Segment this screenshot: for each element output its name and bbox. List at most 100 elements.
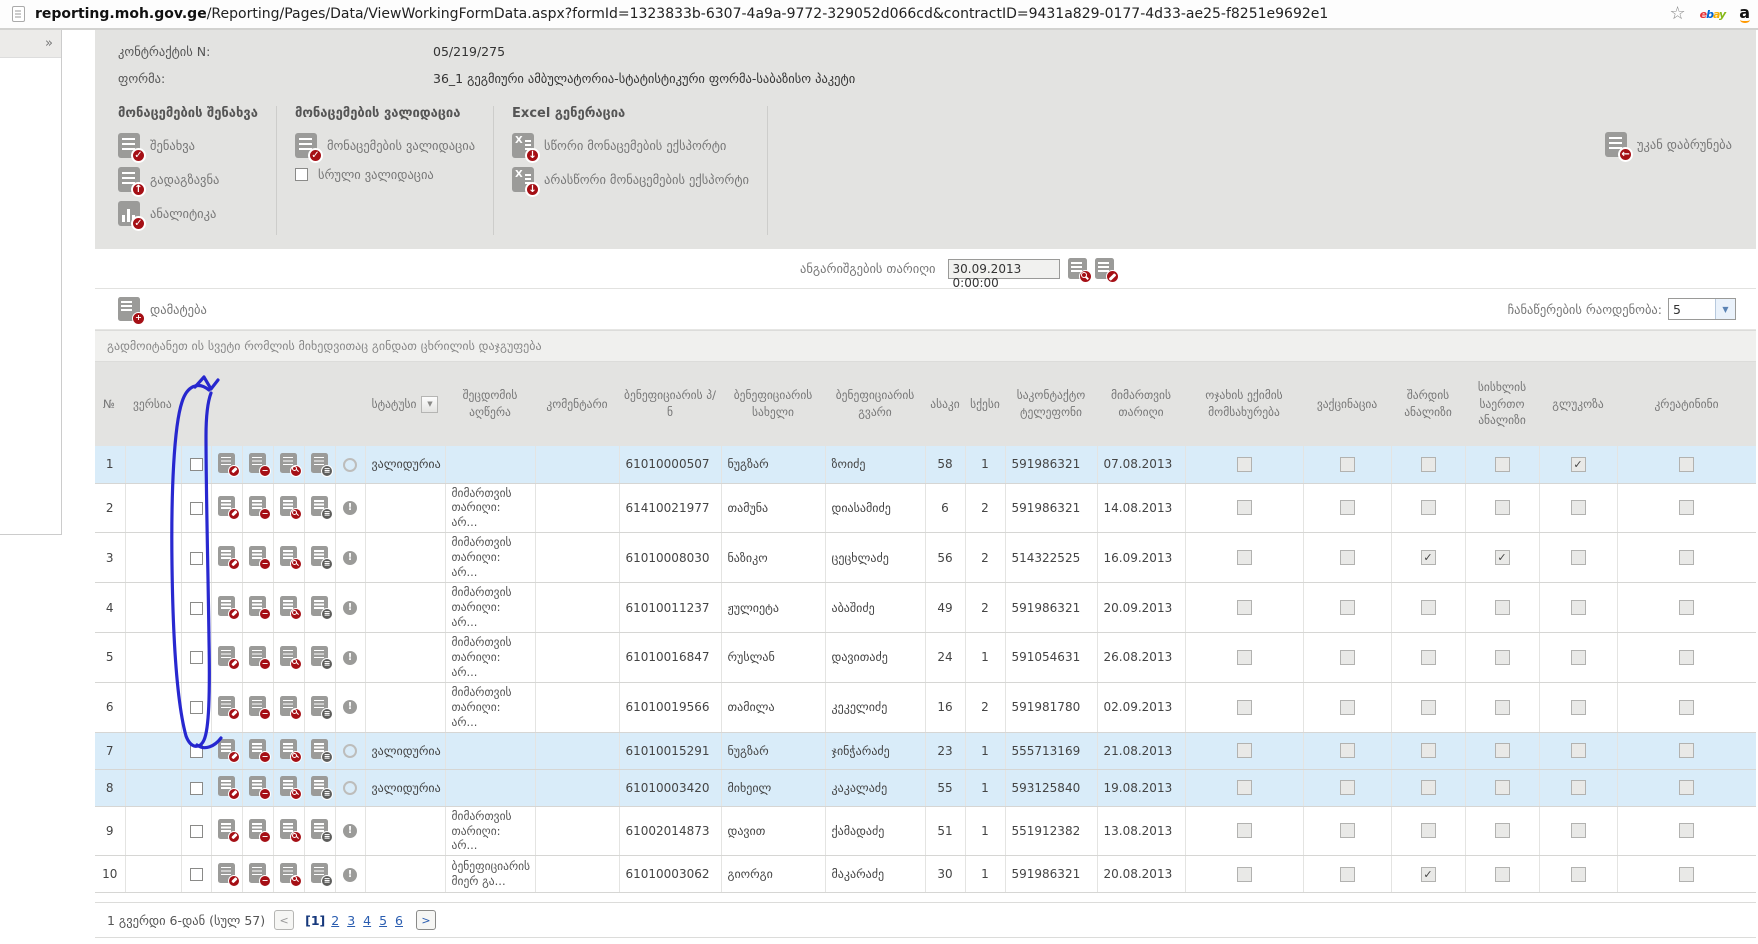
glucose-checkbox[interactable] (1571, 743, 1586, 758)
blood-test-checkbox[interactable]: ✓ (1495, 550, 1510, 565)
history-row-button[interactable]: ≡ (311, 819, 328, 839)
creatinine-checkbox[interactable] (1679, 823, 1694, 838)
date-edit-button[interactable] (1095, 258, 1114, 279)
vaccination-checkbox[interactable] (1340, 457, 1355, 472)
history-row-button[interactable]: ≡ (311, 739, 328, 759)
family-doctor-checkbox[interactable] (1237, 500, 1252, 515)
row-select-checkbox[interactable] (190, 552, 203, 565)
family-doctor-checkbox[interactable] (1237, 823, 1252, 838)
glucose-checkbox[interactable] (1571, 550, 1586, 565)
delete-row-button[interactable]: − (249, 819, 266, 839)
blood-test-checkbox[interactable] (1495, 743, 1510, 758)
urine-test-checkbox[interactable] (1421, 700, 1436, 715)
edit-row-button[interactable] (218, 863, 235, 883)
view-row-button[interactable] (280, 596, 297, 616)
vaccination-checkbox[interactable] (1340, 650, 1355, 665)
glucose-checkbox[interactable] (1571, 700, 1586, 715)
family-doctor-checkbox[interactable] (1237, 867, 1252, 882)
page-link[interactable]: 4 (363, 913, 371, 928)
vaccination-checkbox[interactable] (1340, 743, 1355, 758)
creatinine-checkbox[interactable] (1679, 457, 1694, 472)
creatinine-checkbox[interactable] (1679, 700, 1694, 715)
view-row-button[interactable] (280, 496, 297, 516)
delete-row-button[interactable]: − (249, 739, 266, 759)
creatinine-checkbox[interactable] (1679, 743, 1694, 758)
view-row-button[interactable] (280, 776, 297, 796)
glucose-checkbox[interactable]: ✓ (1571, 457, 1586, 472)
delete-row-button[interactable]: − (249, 646, 266, 666)
records-count-select[interactable]: 5 ▼ (1668, 298, 1736, 320)
add-record-button[interactable]: + დამატება (118, 297, 207, 321)
amazon-extension-icon[interactable]: a (1739, 5, 1750, 23)
row-select-checkbox[interactable] (190, 602, 203, 615)
creatinine-checkbox[interactable] (1679, 500, 1694, 515)
family-doctor-checkbox[interactable] (1237, 700, 1252, 715)
history-row-button[interactable]: ≡ (311, 496, 328, 516)
date-search-button[interactable] (1068, 258, 1087, 279)
glucose-checkbox[interactable] (1571, 823, 1586, 838)
row-select-checkbox[interactable] (190, 651, 203, 664)
prev-page-button[interactable]: < (274, 910, 294, 930)
analytics-button[interactable]: ✓ ანალიტიკა (118, 201, 258, 226)
history-row-button[interactable]: ≡ (311, 453, 328, 473)
page-link[interactable]: 5 (379, 913, 387, 928)
blood-test-checkbox[interactable] (1495, 823, 1510, 838)
group-by-hint-bar[interactable]: გადმოიტანეთ ის სვეტი რომლის მიხედვითაც გ… (95, 330, 1756, 362)
vaccination-checkbox[interactable] (1340, 700, 1355, 715)
history-row-button[interactable]: ≡ (311, 646, 328, 666)
full-validation-checkbox[interactable] (295, 168, 308, 181)
export-invalid-button[interactable]: ↓ არასწორი მონაცემების ექსპორტი (512, 167, 749, 192)
edit-row-button[interactable] (218, 453, 235, 473)
export-valid-button[interactable]: ↓ სწორი მონაცემების ექსპორტი (512, 133, 749, 158)
browser-address-bar[interactable]: reporting.moh.gov.ge/Reporting/Pages/Dat… (0, 0, 1758, 30)
vaccination-checkbox[interactable] (1340, 867, 1355, 882)
row-select-checkbox[interactable] (190, 458, 203, 471)
status-filter-button[interactable]: ▼ (421, 396, 438, 413)
full-validation-option[interactable]: სრული ვალიდაცია (295, 167, 475, 182)
urine-test-checkbox[interactable] (1421, 743, 1436, 758)
row-select-checkbox[interactable] (190, 825, 203, 838)
urine-test-checkbox[interactable] (1421, 600, 1436, 615)
view-row-button[interactable] (280, 739, 297, 759)
glucose-checkbox[interactable] (1571, 867, 1586, 882)
family-doctor-checkbox[interactable] (1237, 650, 1252, 665)
view-row-button[interactable] (280, 696, 297, 716)
validate-button[interactable]: ✓ მონაცემების ვალიდაცია (295, 133, 475, 158)
vaccination-checkbox[interactable] (1340, 780, 1355, 795)
delete-row-button[interactable]: − (249, 496, 266, 516)
page-link[interactable]: 2 (331, 913, 339, 928)
urine-test-checkbox[interactable]: ✓ (1421, 550, 1436, 565)
edit-row-button[interactable] (218, 646, 235, 666)
ebay-extension-icon[interactable]: ebay (1700, 8, 1726, 21)
back-button[interactable]: ← უკან დაბრუნება (1605, 132, 1732, 157)
history-row-button[interactable]: ≡ (311, 546, 328, 566)
delete-row-button[interactable]: − (249, 776, 266, 796)
blood-test-checkbox[interactable] (1495, 700, 1510, 715)
blood-test-checkbox[interactable] (1495, 457, 1510, 472)
glucose-checkbox[interactable] (1571, 500, 1586, 515)
blood-test-checkbox[interactable] (1495, 650, 1510, 665)
page-link[interactable]: 6 (395, 913, 403, 928)
send-button[interactable]: ↑ გადაგზავნა (118, 167, 258, 192)
bookmark-star-icon[interactable]: ☆ (1669, 5, 1685, 23)
family-doctor-checkbox[interactable] (1237, 457, 1252, 472)
blood-test-checkbox[interactable] (1495, 600, 1510, 615)
edit-row-button[interactable] (218, 819, 235, 839)
vaccination-checkbox[interactable] (1340, 550, 1355, 565)
row-select-checkbox[interactable] (190, 745, 203, 758)
blood-test-checkbox[interactable] (1495, 500, 1510, 515)
creatinine-checkbox[interactable] (1679, 867, 1694, 882)
edit-row-button[interactable] (218, 696, 235, 716)
delete-row-button[interactable]: − (249, 596, 266, 616)
creatinine-checkbox[interactable] (1679, 650, 1694, 665)
urine-test-checkbox[interactable]: ✓ (1421, 867, 1436, 882)
urine-test-checkbox[interactable] (1421, 500, 1436, 515)
row-select-checkbox[interactable] (190, 782, 203, 795)
family-doctor-checkbox[interactable] (1237, 550, 1252, 565)
delete-row-button[interactable]: − (249, 863, 266, 883)
delete-row-button[interactable]: − (249, 453, 266, 473)
delete-row-button[interactable]: − (249, 696, 266, 716)
view-row-button[interactable] (280, 546, 297, 566)
glucose-checkbox[interactable] (1571, 780, 1586, 795)
glucose-checkbox[interactable] (1571, 650, 1586, 665)
